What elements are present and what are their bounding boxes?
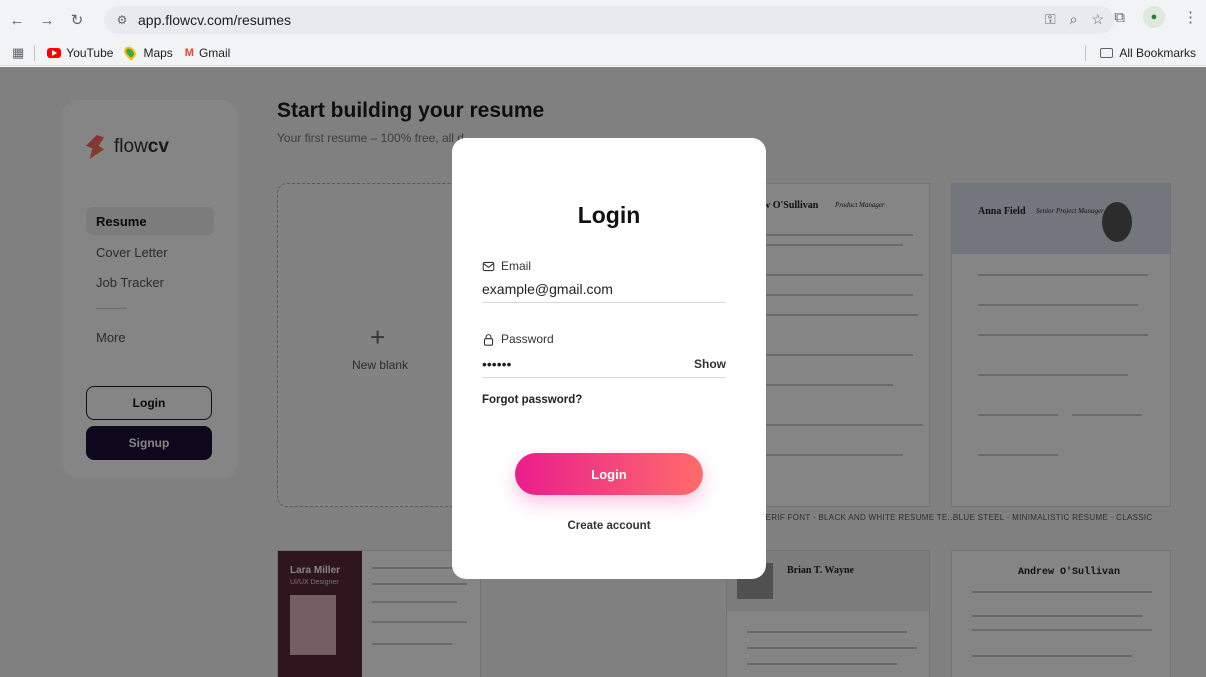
menu-icon[interactable]: ⋮ (1183, 8, 1198, 26)
profile-avatar[interactable]: ● (1143, 6, 1165, 28)
browser-toolbar: ← → ↻ ⚙ app.flowcv.com/resumes ⚿ ⌕ ☆ ⧉ ●… (0, 0, 1206, 40)
create-account-link[interactable]: Create account (452, 520, 766, 532)
bookmarks-bar: ▦ YouTube Maps M Gmail All Bookmarks (0, 40, 1206, 66)
all-bookmarks-label: All Bookmarks (1119, 46, 1196, 60)
bookmark-gmail[interactable]: M Gmail (185, 46, 231, 60)
bookmarks-divider (34, 44, 36, 61)
password-field[interactable] (482, 350, 726, 378)
password-label-text: Password (501, 332, 554, 346)
back-icon[interactable]: ← (4, 7, 30, 33)
modal-title: Login (577, 202, 641, 228)
youtube-icon (47, 47, 62, 58)
apps-icon[interactable]: ▦ (12, 45, 24, 61)
mail-icon (482, 261, 495, 271)
bookmark-maps[interactable]: Maps (122, 44, 173, 61)
password-key-icon[interactable]: ⚿ (1045, 11, 1056, 28)
bookmark-label: Maps (143, 45, 173, 60)
reload-icon[interactable]: ↻ (64, 7, 90, 33)
extensions-icon[interactable]: ⧉ (1114, 9, 1125, 26)
login-modal: Login Email Password Show Forgot passwor… (452, 138, 766, 579)
lock-icon (483, 333, 494, 346)
bookmark-youtube[interactable]: YouTube (47, 46, 113, 60)
bookmark-star-icon[interactable]: ☆ (1091, 11, 1104, 28)
email-label: Email (482, 259, 531, 273)
folder-icon (1100, 48, 1114, 58)
all-bookmarks[interactable]: All Bookmarks (1075, 45, 1196, 61)
maps-icon (122, 44, 139, 61)
forward-icon[interactable]: → (34, 7, 60, 33)
address-bar[interactable]: ⚙ app.flowcv.com/resumes ⚿ ⌕ ☆ (104, 6, 1114, 34)
gmail-icon: M (184, 46, 194, 59)
password-label: Password (482, 332, 554, 346)
site-info-icon[interactable]: ⚙ (114, 12, 130, 28)
zoom-icon[interactable]: ⌕ (1070, 11, 1078, 28)
email-label-text: Email (501, 259, 532, 273)
show-password-button[interactable]: Show (694, 357, 726, 371)
bookmarks-divider (1085, 45, 1087, 61)
login-button[interactable]: Login (515, 453, 703, 495)
bookmark-label: Gmail (198, 45, 231, 60)
bookmark-label: YouTube (66, 45, 114, 60)
url-text: app.flowcv.com/resumes (138, 12, 292, 28)
forgot-password-link[interactable]: Forgot password? (482, 394, 582, 406)
email-field[interactable] (482, 275, 726, 303)
